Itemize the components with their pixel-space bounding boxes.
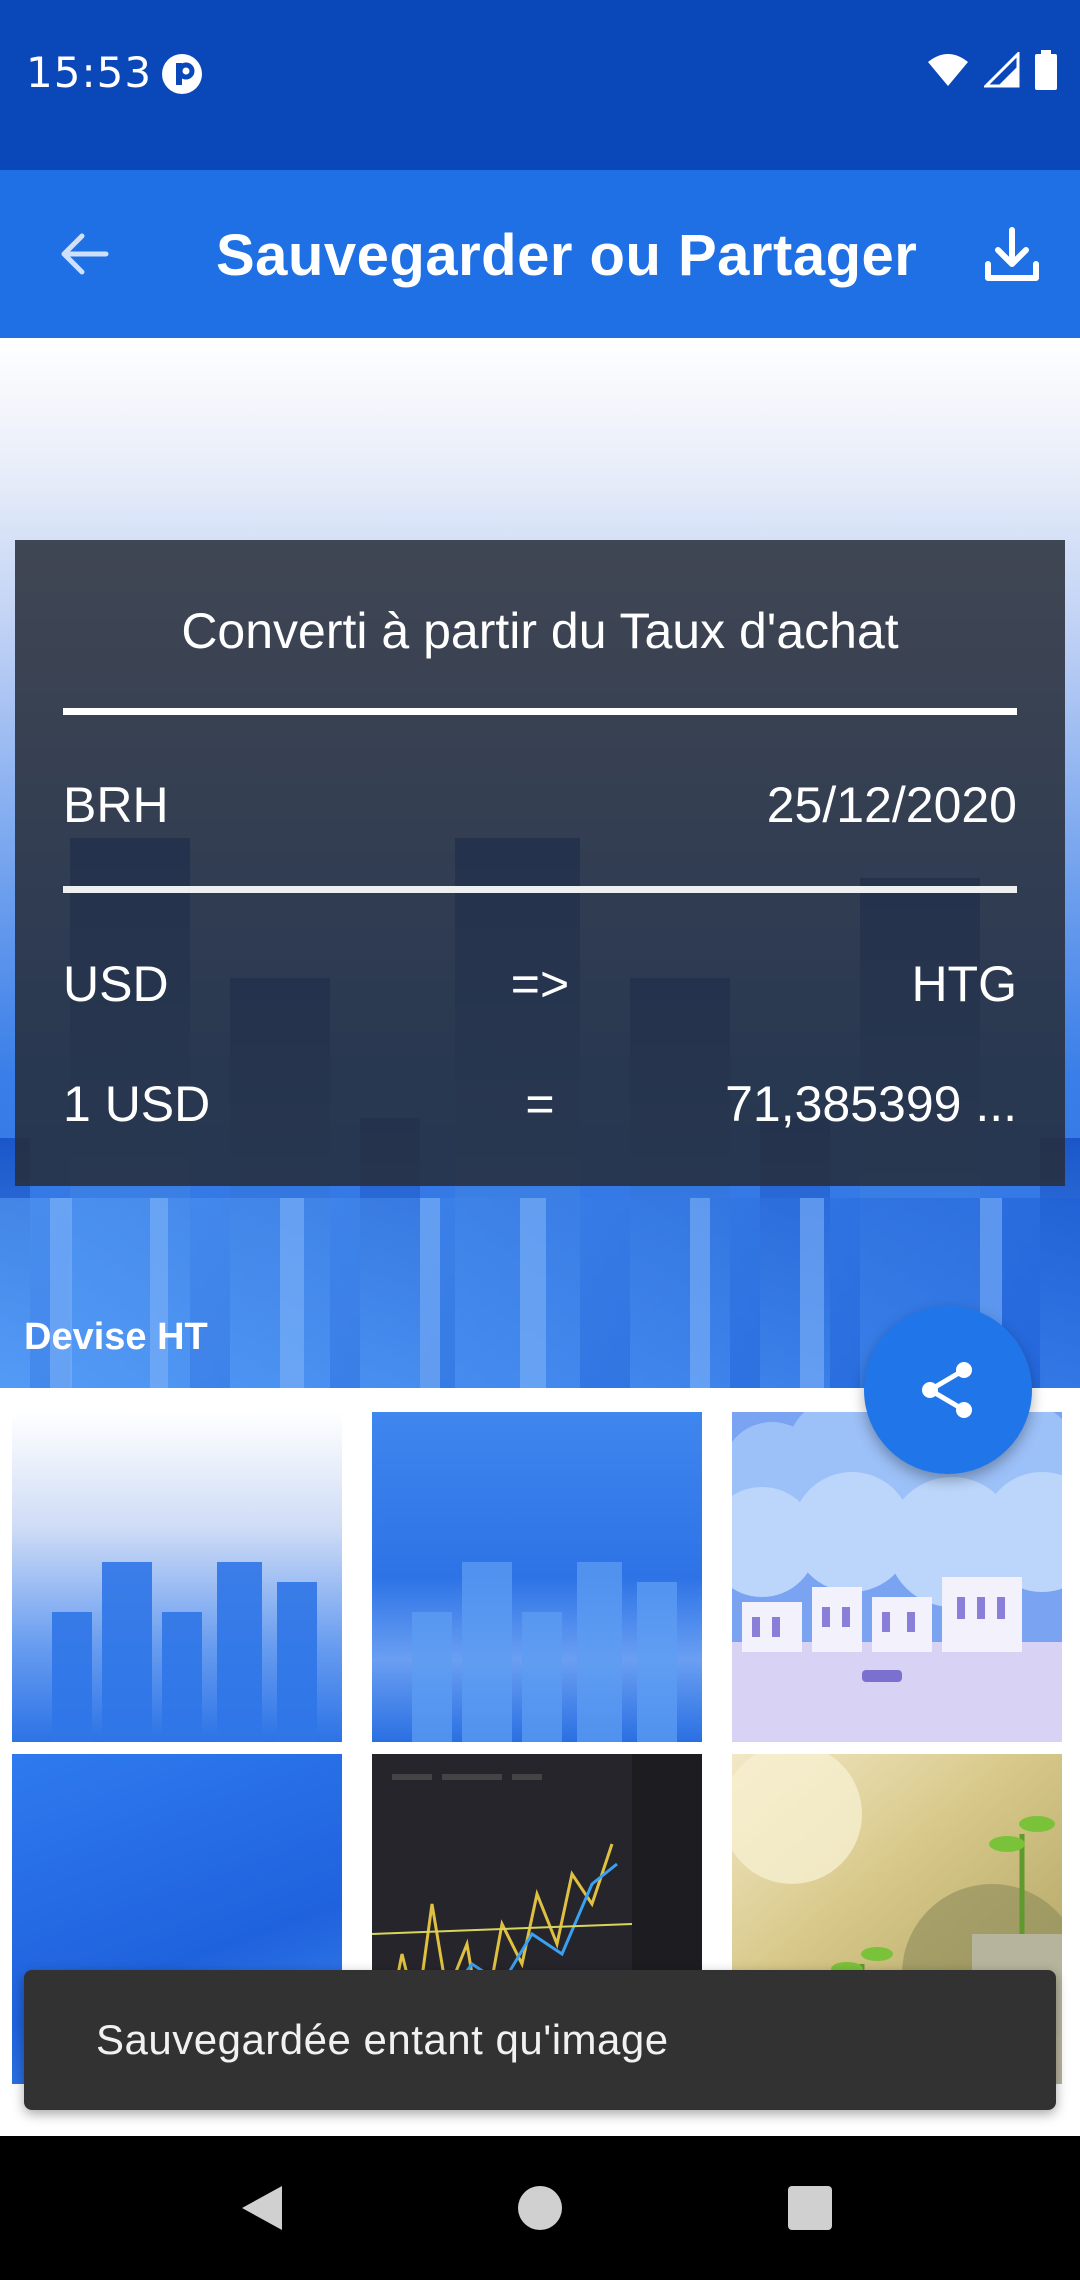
back-button[interactable] [44,214,124,294]
snackbar-message: Sauvegardée entant qu'image [96,2016,669,2063]
back-triangle-icon [242,2186,282,2230]
home-circle-icon [518,2186,562,2230]
brand-label: Devise HT [24,1316,208,1358]
card-title: Converti à partir du Taux d'achat [181,603,899,659]
nav-recents-button[interactable] [778,2176,842,2240]
to-currency: HTG [911,956,1017,1012]
app-bar: Sauvegarder ou Partager [0,170,1080,338]
background-thumbnail-1[interactable] [12,1412,342,1742]
divider [63,708,1017,715]
navigation-bar [0,2136,1080,2280]
download-button[interactable] [972,214,1052,294]
recents-square-icon [788,2186,832,2230]
battery-icon [1035,50,1057,90]
app-notification-icon [162,54,202,94]
divider [63,886,1017,893]
city-image [732,1412,1062,1742]
page-title: Sauvegarder ou Partager [216,223,918,288]
background-thumbnail-2[interactable] [372,1412,702,1742]
source-label: BRH [63,777,169,833]
conversion-arrow: => [510,956,570,1012]
share-icon [922,1362,972,1418]
bars-image [412,1562,677,1742]
background-thumbnail-3[interactable] [732,1412,1062,1742]
nav-back-button[interactable] [230,2176,294,2240]
snackbar: Sauvegardée entant qu'image [24,1970,1056,2110]
signal-icon [984,52,1020,88]
conversion-card: Converti à partir du Taux d'achat BRH 25… [15,540,1065,1186]
status-bar: 15:53 [0,0,1080,170]
arrow-back-icon [61,233,109,275]
nav-home-button[interactable] [508,2176,572,2240]
share-button[interactable] [864,1306,1032,1474]
status-time: 15:53 [26,48,153,97]
download-icon [985,227,1039,281]
bars-image [52,1562,317,1742]
wifi-icon [928,54,968,86]
result-value: 71,385399 ... [725,1076,1017,1132]
date-value: 25/12/2020 [766,777,1017,833]
